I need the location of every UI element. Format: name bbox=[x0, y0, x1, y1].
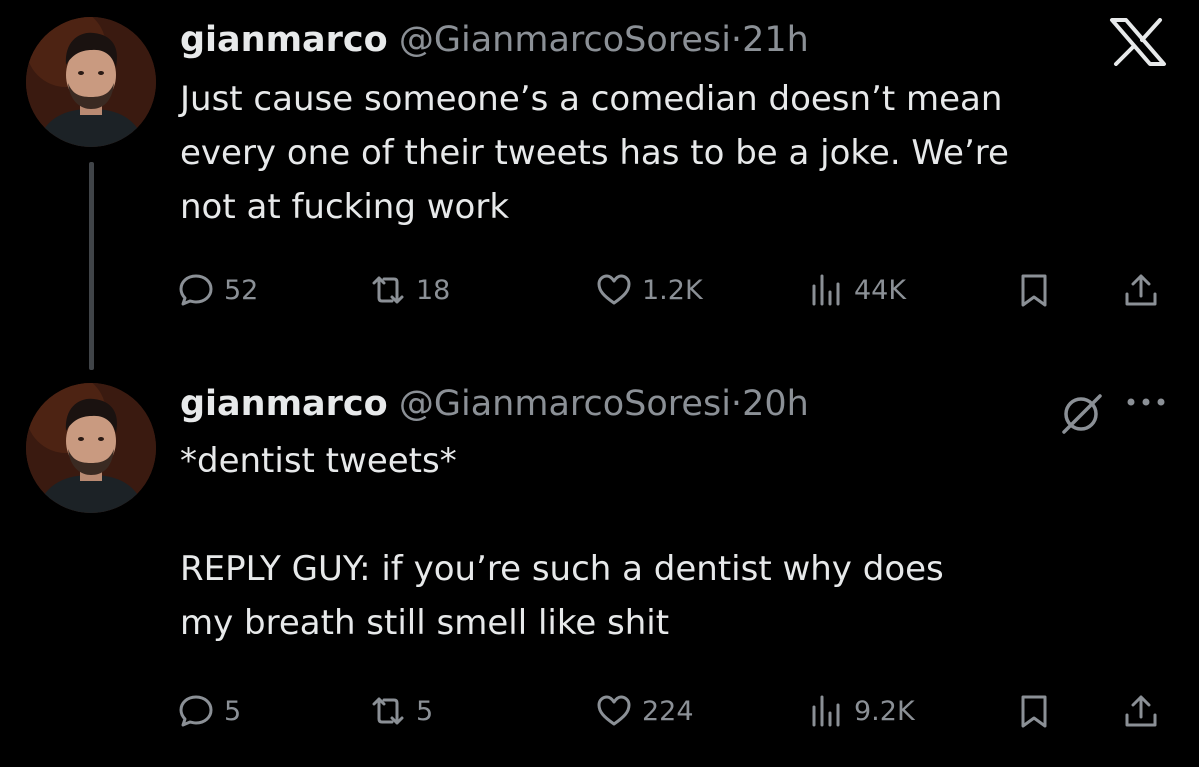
bar-chart-icon bbox=[812, 274, 840, 306]
heart-icon bbox=[597, 695, 631, 726]
views-count: 9.2K bbox=[854, 695, 915, 727]
like-button[interactable]: 1.2K bbox=[596, 270, 703, 310]
share-upload-icon bbox=[1125, 274, 1157, 306]
bar-chart-icon bbox=[812, 695, 840, 727]
speech-bubble-icon bbox=[179, 695, 213, 727]
reply-button[interactable]: 52 bbox=[178, 270, 258, 310]
reply-count: 5 bbox=[224, 695, 242, 727]
speech-bubble-icon bbox=[179, 274, 213, 306]
timestamp[interactable]: 20h bbox=[742, 384, 809, 424]
like-count: 1.2K bbox=[642, 274, 703, 306]
retweet-arrows-icon bbox=[372, 276, 404, 304]
x-logo-icon bbox=[1110, 18, 1166, 66]
retweet-count: 5 bbox=[416, 695, 434, 727]
bookmark-button[interactable] bbox=[1016, 270, 1052, 310]
user-handle[interactable]: @GianmarcoSoresi bbox=[399, 20, 731, 60]
thread-line bbox=[89, 162, 94, 370]
action-bar: 52 18 1.2K 44K bbox=[178, 270, 1178, 310]
views-button[interactable]: 44K bbox=[808, 270, 906, 310]
tweet-text: Just cause someone’s a comedian doesn’t … bbox=[180, 79, 1009, 227]
like-button[interactable]: 224 bbox=[596, 691, 694, 731]
display-name[interactable]: gianmarco bbox=[180, 384, 388, 424]
timestamp[interactable]: 21h bbox=[742, 20, 809, 60]
grok-slash-circle-icon[interactable] bbox=[1058, 390, 1104, 436]
share-upload-icon bbox=[1125, 695, 1157, 727]
like-count: 224 bbox=[642, 695, 694, 727]
separator-dot: · bbox=[730, 384, 743, 424]
heart-icon bbox=[597, 274, 631, 305]
retweet-button[interactable]: 5 bbox=[370, 691, 433, 731]
separator-dot: · bbox=[730, 20, 743, 60]
action-bar: 5 5 224 9.2K bbox=[178, 691, 1178, 731]
share-button[interactable] bbox=[1123, 691, 1159, 731]
user-handle[interactable]: @GianmarcoSoresi bbox=[399, 384, 731, 424]
views-count: 44K bbox=[854, 274, 907, 306]
reply-button[interactable]: 5 bbox=[178, 691, 241, 731]
bookmark-icon bbox=[1021, 695, 1047, 728]
ellipsis-icon[interactable] bbox=[1122, 392, 1170, 412]
tweet-2[interactable]: gianmarco @GianmarcoSoresi·20h *dentist … bbox=[0, 370, 1199, 767]
tweet-header: gianmarco @GianmarcoSoresi·21h bbox=[180, 18, 809, 62]
tweet-header: gianmarco @GianmarcoSoresi·20h bbox=[180, 382, 809, 426]
bookmark-icon bbox=[1021, 274, 1047, 307]
avatar[interactable] bbox=[26, 383, 156, 513]
retweet-count: 18 bbox=[416, 274, 451, 306]
bookmark-button[interactable] bbox=[1016, 691, 1052, 731]
share-button[interactable] bbox=[1123, 270, 1159, 310]
reply-count: 52 bbox=[224, 274, 259, 306]
retweet-arrows-icon bbox=[372, 697, 404, 725]
display-name[interactable]: gianmarco bbox=[180, 20, 388, 60]
retweet-button[interactable]: 18 bbox=[370, 270, 450, 310]
avatar[interactable] bbox=[26, 17, 156, 147]
tweet-text: *dentist tweets* REPLY GUY: if you’re su… bbox=[180, 441, 944, 643]
tweet-1[interactable]: gianmarco @GianmarcoSoresi·21h Just caus… bbox=[0, 0, 1199, 370]
views-button[interactable]: 9.2K bbox=[808, 691, 915, 731]
